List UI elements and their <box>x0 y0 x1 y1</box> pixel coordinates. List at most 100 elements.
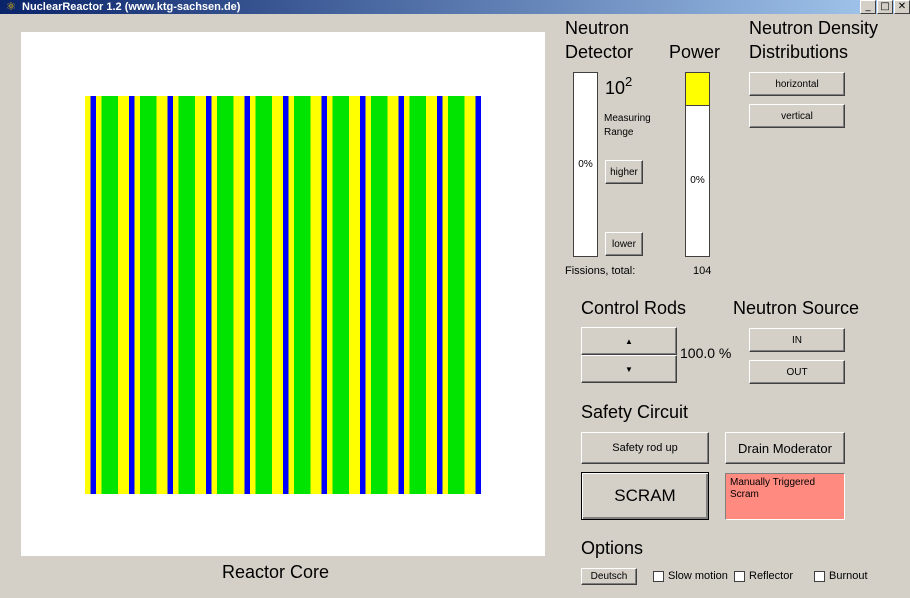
moderator-stripe <box>404 96 410 494</box>
fissions-label: Fissions, total: <box>565 265 636 277</box>
reactor-core-label: Reactor Core <box>222 562 330 582</box>
fuel-stripe <box>299 96 306 494</box>
title-bar: ⚛ NuclearReactor 1.2 (www.ktg-sachsen.de… <box>0 0 910 14</box>
density-horizontal-button[interactable]: horizontal <box>749 72 845 96</box>
range-lower-button[interactable]: lower <box>605 232 643 256</box>
control-rod-stripe <box>90 96 97 494</box>
neutron-density-title-1: Neutron Density <box>749 18 879 38</box>
control-rod-stripe <box>283 96 289 494</box>
moderator-stripe <box>239 96 245 494</box>
safety-circuit-title: Safety Circuit <box>581 402 689 422</box>
moderator-stripe <box>470 96 476 494</box>
moderator-stripe <box>310 96 317 494</box>
slow-motion-checkbox[interactable]: Slow motion <box>653 570 728 582</box>
fuel-stripe <box>371 96 377 494</box>
control-rods-value: 100.0 % <box>680 345 732 361</box>
density-vertical-button[interactable]: vertical <box>749 104 845 128</box>
language-deutsch-button[interactable]: Deutsch <box>581 568 637 585</box>
power-fill <box>686 73 709 106</box>
control-rod-stripe <box>321 96 328 494</box>
neutron-detector-title-1: Neutron <box>565 18 630 38</box>
moderator-stripe <box>288 96 295 494</box>
fuel-stripe <box>294 96 300 494</box>
moderator-stripe <box>277 96 284 494</box>
drain-moderator-button[interactable]: Drain Moderator <box>725 432 845 464</box>
fuel-stripe <box>140 96 146 494</box>
moderator-stripe <box>250 96 256 494</box>
fuel-stripe <box>261 96 267 494</box>
checkbox-box[interactable] <box>734 570 745 582</box>
measuring-range-base: 10 <box>605 78 626 98</box>
moderator-stripe <box>134 96 141 494</box>
maximize-button[interactable]: □ <box>877 0 893 14</box>
control-rod-stripe <box>167 96 174 494</box>
moderator-stripe <box>365 96 372 494</box>
fuel-stripe <box>266 96 273 494</box>
neutron-density-title-2: Distributions <box>749 42 849 62</box>
control-rod-stripe <box>244 96 251 494</box>
moderator-stripe <box>173 96 179 494</box>
arrow-up-icon: ▲ <box>625 336 633 346</box>
moderator-stripe <box>426 96 432 494</box>
fuel-stripe <box>222 96 229 494</box>
control-rods-down-button[interactable]: ▼ <box>581 355 677 383</box>
control-rod-stripe <box>398 96 405 494</box>
fuel-stripe <box>343 96 350 494</box>
checkbox-box[interactable] <box>814 570 825 582</box>
safety-rod-up-button[interactable]: Safety rod up <box>581 432 709 464</box>
fuel-stripe <box>107 96 113 494</box>
fuel-stripe <box>332 96 339 494</box>
scram-status-message: Manually Triggered Scram <box>725 473 845 520</box>
fuel-stripe <box>420 96 427 494</box>
fuel-stripe <box>255 96 262 494</box>
neutron-source-out-button[interactable]: OUT <box>749 360 845 384</box>
measuring-range-exponent: 2 <box>625 74 633 89</box>
moderator-stripe <box>431 96 438 494</box>
close-button[interactable]: ✕ <box>894 0 910 14</box>
moderator-stripe <box>156 96 163 494</box>
control-rods-up-button[interactable]: ▲ <box>581 327 677 355</box>
scram-button[interactable]: SCRAM <box>581 472 709 520</box>
reactor-core-grid <box>85 96 481 494</box>
reflector-checkbox[interactable]: Reflector <box>734 570 793 582</box>
fuel-stripe <box>382 96 388 494</box>
measuring-range-value: 102 <box>605 75 632 97</box>
control-rod-stripe <box>360 96 366 494</box>
reflector-label: Reflector <box>749 570 794 582</box>
control-rod-stripe <box>206 96 212 494</box>
control-rod-stripe <box>129 96 135 494</box>
burnout-checkbox[interactable]: Burnout <box>814 570 868 582</box>
reactor-app-icon: ⚛ <box>6 1 16 13</box>
fuel-stripe <box>178 96 185 494</box>
burnout-label: Burnout <box>829 570 868 582</box>
range-higher-button[interactable]: higher <box>605 160 643 184</box>
moderator-stripe <box>354 96 361 494</box>
fuel-stripe <box>184 96 190 494</box>
neutron-detector-reading: 0% <box>578 159 593 170</box>
minimize-button[interactable]: _ <box>860 0 876 14</box>
measuring-range-label-1: Measuring <box>604 113 651 124</box>
fuel-stripe <box>305 96 311 494</box>
neutron-source-in-button[interactable]: IN <box>749 328 845 352</box>
control-rods-stepper: ▲ ▼ <box>581 327 677 383</box>
moderator-stripe <box>349 96 355 494</box>
moderator-stripe <box>85 96 91 494</box>
neutron-detector-title-2: Detector <box>565 42 634 62</box>
window-title: NuclearReactor 1.2 (www.ktg-sachsen.de) <box>22 1 241 13</box>
moderator-stripe <box>200 96 207 494</box>
control-rod-stripe <box>437 96 443 494</box>
fissions-value: 104 <box>693 265 712 277</box>
fuel-stripe <box>338 96 344 494</box>
fuel-stripe <box>101 96 108 494</box>
moderator-stripe <box>123 96 130 494</box>
moderator-stripe <box>387 96 394 494</box>
checkbox-box[interactable] <box>653 570 664 582</box>
moderator-stripe <box>393 96 399 494</box>
fuel-stripe <box>189 96 196 494</box>
power-reading: 0% <box>690 175 705 186</box>
fuel-stripe <box>448 96 454 494</box>
moderator-stripe <box>96 96 102 494</box>
fuel-stripe <box>151 96 157 494</box>
moderator-stripe <box>327 96 333 494</box>
fuel-stripe <box>409 96 416 494</box>
